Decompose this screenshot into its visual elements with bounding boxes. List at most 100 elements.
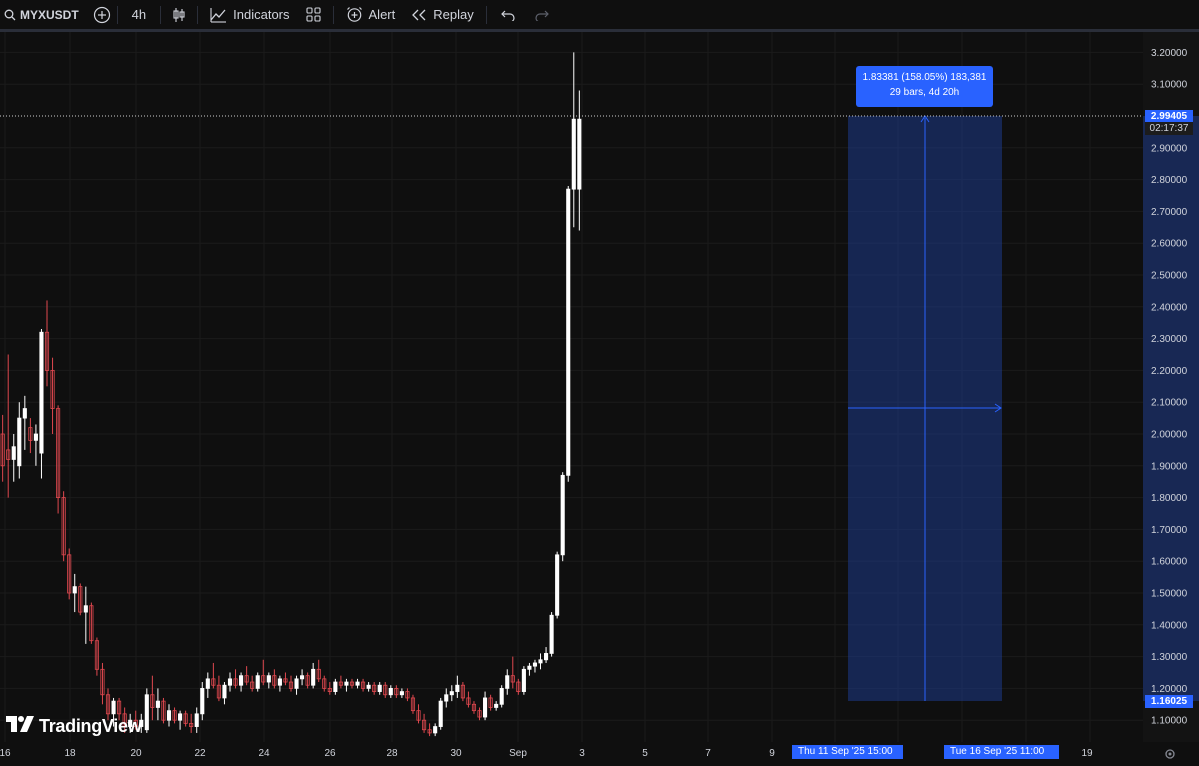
price-tick-label: 1.40000 bbox=[1151, 620, 1188, 631]
candle bbox=[39, 329, 44, 479]
candle bbox=[466, 691, 471, 708]
price-tick-label: 1.90000 bbox=[1151, 461, 1188, 472]
candle bbox=[544, 647, 549, 663]
candle bbox=[266, 672, 271, 689]
time-tick-label: 24 bbox=[258, 748, 270, 759]
plus-circle-icon bbox=[93, 6, 111, 24]
candle bbox=[277, 675, 282, 692]
candle bbox=[189, 713, 194, 733]
time-tick-label: 28 bbox=[386, 748, 398, 759]
candle bbox=[577, 90, 582, 231]
symbol-search[interactable]: MYXUSDT bbox=[0, 0, 87, 29]
candle bbox=[89, 602, 94, 644]
price-tick-label: 2.80000 bbox=[1151, 175, 1188, 186]
candle bbox=[560, 472, 565, 562]
candles-group bbox=[0, 52, 582, 737]
candle bbox=[555, 551, 560, 619]
time-tick-label: Sep bbox=[509, 748, 527, 759]
rewind-icon bbox=[411, 9, 427, 21]
undo-icon bbox=[500, 9, 515, 21]
time-tick-label: 26 bbox=[324, 748, 336, 759]
candle bbox=[494, 701, 499, 711]
candle bbox=[155, 688, 160, 721]
candle bbox=[283, 672, 288, 686]
undo-button[interactable] bbox=[487, 0, 525, 29]
range-start-time-tag: Thu 11 Sep '25 15:00 bbox=[792, 745, 903, 759]
candle bbox=[416, 704, 421, 724]
price-tick-label: 1.30000 bbox=[1151, 652, 1188, 663]
candle bbox=[144, 688, 149, 733]
measure-label: 1.83381 (158.05%) 183,381 29 bars, 4d 20… bbox=[856, 66, 993, 107]
candle bbox=[194, 707, 199, 733]
time-tick-label: 19 bbox=[1081, 748, 1093, 759]
time-tick-label: 9 bbox=[769, 748, 775, 759]
candle bbox=[327, 682, 332, 695]
candle bbox=[344, 678, 349, 692]
candle bbox=[78, 583, 83, 616]
price-axis[interactable]: 3.20000 3.10000 2.90000 2.80000 2.70000 2.600… bbox=[1143, 32, 1199, 742]
candle bbox=[211, 662, 216, 689]
candle bbox=[433, 723, 438, 737]
tradingview-logo-text: TradingView bbox=[39, 716, 142, 736]
candles-icon bbox=[171, 7, 187, 23]
price-tick-label: 3.10000 bbox=[1151, 80, 1188, 91]
time-tick-label: 30 bbox=[450, 748, 462, 759]
alert-label: Alert bbox=[368, 7, 396, 22]
candle bbox=[166, 704, 172, 727]
candle bbox=[6, 354, 11, 498]
price-tick-label: 2.90000 bbox=[1151, 143, 1188, 154]
time-tick-label: 20 bbox=[130, 748, 142, 759]
settings-gear-icon[interactable] bbox=[1163, 747, 1177, 766]
candle bbox=[322, 675, 327, 692]
candle bbox=[172, 707, 177, 724]
candle bbox=[499, 685, 504, 708]
interval-button[interactable]: 4h bbox=[118, 0, 160, 29]
price-tick-label: 2.70000 bbox=[1151, 207, 1188, 218]
templates-button[interactable] bbox=[298, 0, 333, 29]
price-tick-label: 2.60000 bbox=[1151, 239, 1188, 250]
candle bbox=[288, 675, 294, 692]
alert-button[interactable]: Alert bbox=[334, 0, 404, 29]
candle bbox=[355, 678, 360, 689]
redo-button[interactable] bbox=[525, 0, 559, 29]
range-low-price-tag: 1.16025 bbox=[1145, 695, 1193, 708]
measure-bars: 29 bars, 4d 20h bbox=[889, 87, 960, 98]
candle bbox=[305, 672, 310, 689]
candle bbox=[255, 672, 260, 692]
candle bbox=[410, 694, 416, 714]
price-chart[interactable]: 16 18 20 22 24 26 28 30 Sep 3 5 7 9 19 bbox=[0, 32, 1199, 759]
candle bbox=[205, 672, 210, 698]
time-tick-label: 18 bbox=[64, 748, 76, 759]
grid-icon bbox=[305, 7, 321, 22]
replay-label: Replay bbox=[433, 7, 474, 22]
candle bbox=[250, 675, 255, 692]
candle bbox=[44, 300, 50, 387]
candle bbox=[505, 669, 510, 695]
chart-type-button[interactable] bbox=[161, 0, 197, 29]
candle bbox=[571, 52, 576, 228]
candle bbox=[61, 491, 66, 562]
time-axis: 16 18 20 22 24 26 28 30 Sep 3 5 7 9 19 bbox=[0, 748, 1093, 759]
candle bbox=[438, 697, 443, 730]
candle bbox=[50, 357, 55, 434]
price-tick-label: 1.80000 bbox=[1151, 493, 1188, 504]
compare-button[interactable] bbox=[87, 0, 117, 29]
replay-button[interactable]: Replay bbox=[403, 0, 485, 29]
tradingview-logo[interactable]: TradingView bbox=[6, 716, 142, 737]
candle bbox=[516, 678, 521, 695]
candle bbox=[222, 682, 227, 705]
candle bbox=[300, 669, 305, 686]
price-tick-label: 2.40000 bbox=[1151, 302, 1188, 313]
price-tick-label: 1.70000 bbox=[1151, 525, 1188, 536]
time-tick-label: 7 bbox=[705, 748, 711, 759]
price-tick-label: 2.10000 bbox=[1151, 398, 1188, 409]
alarm-clock-icon bbox=[346, 6, 363, 23]
candle bbox=[460, 682, 465, 702]
candle bbox=[294, 675, 299, 695]
candle bbox=[333, 678, 338, 695]
indicators-button[interactable]: Indicators bbox=[198, 0, 297, 29]
candle bbox=[311, 662, 316, 689]
candle bbox=[33, 424, 38, 466]
price-tick-label: 2.20000 bbox=[1151, 366, 1188, 377]
candle bbox=[178, 710, 183, 730]
